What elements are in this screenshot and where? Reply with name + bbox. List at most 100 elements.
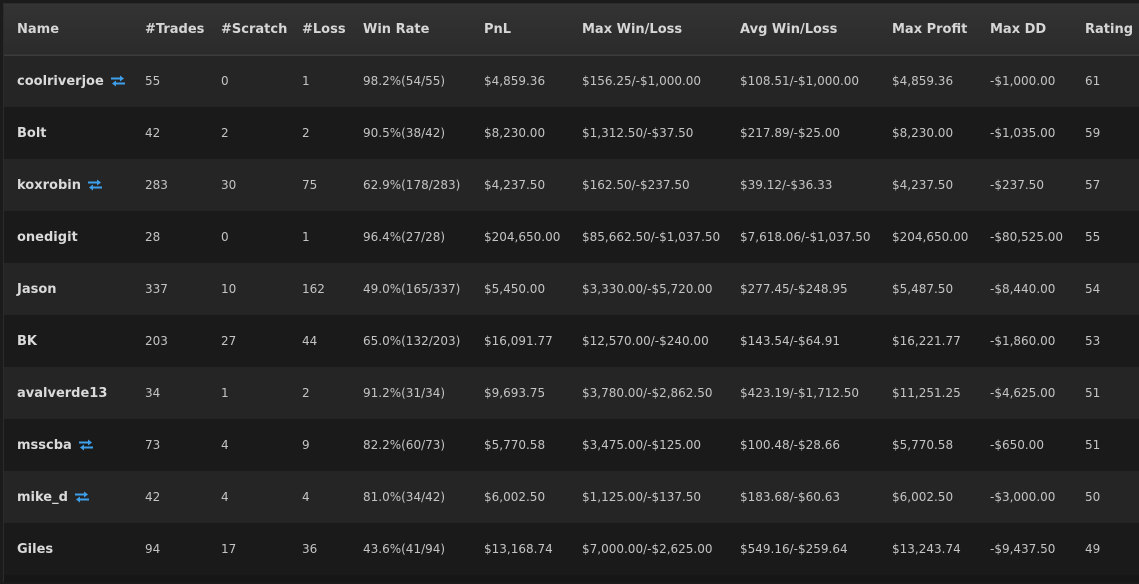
max-dd-cell: -$1,035.00 bbox=[990, 126, 1056, 140]
max-profit-cell: $6,002.50 bbox=[892, 490, 954, 504]
max-dd-cell: -$80,525.00 bbox=[990, 230, 1064, 244]
trader-name[interactable]: Bolt bbox=[17, 126, 47, 141]
max-profit-cell: $5,487.50 bbox=[892, 282, 954, 296]
column-header-loss[interactable]: #Loss bbox=[302, 4, 363, 55]
trader-name[interactable]: avalverde13 bbox=[17, 386, 107, 401]
rating-cell: 57 bbox=[1085, 178, 1101, 192]
win-rate-cell: 49.0%(165/337) bbox=[363, 282, 461, 296]
table-row[interactable]: koxrobin 283 30 75 62.9%(178/283) $4,237.50 $1… bbox=[4, 159, 1139, 211]
name-cell: BK bbox=[4, 315, 145, 367]
trades-cell: 283 bbox=[145, 178, 168, 192]
trader-name[interactable]: onedigit bbox=[17, 230, 78, 245]
table-row[interactable]: Giles 94 17 36 43.6%(41/94) $13,168.74 $7,000.… bbox=[4, 523, 1139, 575]
max-profit-cell: $5,770.58 bbox=[892, 438, 954, 452]
column-header-scratch[interactable]: #Scratch bbox=[221, 4, 302, 55]
max-win-loss-cell: $7,000.00/-$2,625.00 bbox=[582, 542, 713, 556]
rating-cell: 59 bbox=[1085, 126, 1101, 140]
rating-cell: 55 bbox=[1085, 230, 1101, 244]
loss-cell: 36 bbox=[302, 542, 318, 556]
column-header-avg-win-loss[interactable]: Avg Win/Loss bbox=[740, 4, 892, 55]
avg-win-loss-cell: $108.51/-$1,000.00 bbox=[740, 74, 860, 89]
table-row[interactable]: msscba 73 4 9 82.2%(60/73) $5,770.58 $3,475.00… bbox=[4, 419, 1139, 471]
max-profit-cell: $13,243.74 bbox=[892, 542, 961, 556]
avg-win-loss-cell: $549.16/-$259.64 bbox=[740, 542, 848, 556]
scratch-cell: 1 bbox=[221, 386, 229, 400]
column-header-max-dd[interactable]: Max DD bbox=[990, 4, 1085, 55]
trades-cell: 203 bbox=[145, 334, 168, 348]
scratch-cell: 4 bbox=[221, 438, 229, 452]
max-dd-cell: -$9,437.50 bbox=[990, 542, 1056, 556]
table-row[interactable]: BK 203 27 44 65.0%(132/203) $16,091.77 $12,570… bbox=[4, 315, 1139, 367]
max-profit-cell: $11,251.25 bbox=[892, 386, 961, 400]
avg-win-loss-cell: $100.48/-$28.66 bbox=[740, 438, 840, 452]
rating-cell: 61 bbox=[1085, 74, 1101, 89]
max-dd-cell: -$650.00 bbox=[990, 438, 1044, 452]
pnl-cell: $16,091.77 bbox=[484, 334, 553, 348]
table-row[interactable]: Jason 337 10 162 49.0%(165/337) $5,450.00 $3,3… bbox=[4, 263, 1139, 315]
trades-cell: 73 bbox=[145, 438, 161, 452]
column-header-name[interactable]: Name bbox=[4, 4, 145, 55]
max-win-loss-cell: $3,780.00/-$2,862.50 bbox=[582, 386, 713, 400]
max-dd-cell: -$3,000.00 bbox=[990, 490, 1056, 504]
trades-cell: 94 bbox=[145, 542, 161, 556]
scratch-cell: 27 bbox=[221, 334, 237, 348]
pnl-cell: $204,650.00 bbox=[484, 230, 561, 244]
max-win-loss-cell: $3,330.00/-$5,720.00 bbox=[582, 282, 713, 296]
trader-name[interactable]: Jason bbox=[17, 282, 57, 297]
column-header-rating[interactable]: Rating bbox=[1085, 4, 1139, 55]
pnl-cell: $5,770.58 bbox=[484, 438, 546, 452]
column-header-trades[interactable]: #Trades bbox=[145, 4, 221, 55]
win-rate-cell: 98.2%(54/55) bbox=[363, 74, 446, 89]
leaderboard-table: Name #Trades #Scratch #Loss Win Rate PnL… bbox=[4, 4, 1139, 575]
max-win-loss-cell: $85,662.50/-$1,037.50 bbox=[582, 230, 721, 244]
column-header-win-rate[interactable]: Win Rate bbox=[363, 4, 484, 55]
max-dd-cell: -$8,440.00 bbox=[990, 282, 1056, 296]
trader-name[interactable]: Giles bbox=[17, 542, 53, 557]
pnl-cell: $9,693.75 bbox=[484, 386, 546, 400]
scratch-cell: 4 bbox=[221, 490, 229, 504]
rating-cell: 54 bbox=[1085, 282, 1101, 296]
swap-arrows-icon[interactable] bbox=[74, 491, 90, 503]
loss-cell: 75 bbox=[302, 178, 318, 192]
loss-cell: 2 bbox=[302, 386, 310, 400]
table-row[interactable]: avalverde13 34 1 2 91.2%(31/34) $9,693.75 $3,7… bbox=[4, 367, 1139, 419]
trades-cell: 55 bbox=[145, 74, 161, 89]
name-cell: koxrobin bbox=[4, 159, 145, 211]
name-cell: msscba bbox=[4, 419, 145, 471]
table-row[interactable]: coolriverjoe 55 0 1 98.2%(54/55) $4,859.36 $15… bbox=[4, 55, 1139, 107]
column-header-max-profit[interactable]: Max Profit bbox=[892, 4, 990, 55]
table-row[interactable]: onedigit 28 0 1 96.4%(27/28) $204,650.00 $85,6… bbox=[4, 211, 1139, 263]
max-win-loss-cell: $162.50/-$237.50 bbox=[582, 178, 690, 192]
name-cell: Giles bbox=[4, 523, 145, 575]
max-dd-cell: -$1,000.00 bbox=[990, 74, 1056, 89]
trader-name[interactable]: coolriverjoe bbox=[17, 74, 104, 89]
table-header-row: Name #Trades #Scratch #Loss Win Rate PnL… bbox=[4, 4, 1139, 55]
win-rate-cell: 82.2%(60/73) bbox=[363, 438, 446, 452]
max-dd-cell: -$1,860.00 bbox=[990, 334, 1056, 348]
table-row[interactable]: mike_d 42 4 4 81.0%(34/42) $6,002.50 $1,125.00… bbox=[4, 471, 1139, 523]
trader-name[interactable]: msscba bbox=[17, 438, 72, 453]
win-rate-cell: 91.2%(31/34) bbox=[363, 386, 446, 400]
column-header-pnl[interactable]: PnL bbox=[484, 4, 582, 55]
max-win-loss-cell: $12,570.00/-$240.00 bbox=[582, 334, 709, 348]
loss-cell: 44 bbox=[302, 334, 318, 348]
avg-win-loss-cell: $7,618.06/-$1,037.50 bbox=[740, 230, 871, 244]
swap-arrows-icon[interactable] bbox=[87, 179, 103, 191]
trades-cell: 337 bbox=[145, 282, 168, 296]
table-row[interactable]: Bolt 42 2 2 90.5%(38/42) $8,230.00 $1,312.50/-… bbox=[4, 107, 1139, 159]
loss-cell: 162 bbox=[302, 282, 325, 296]
swap-arrows-icon[interactable] bbox=[110, 75, 126, 87]
trader-name[interactable]: mike_d bbox=[17, 490, 68, 505]
scratch-cell: 17 bbox=[221, 542, 237, 556]
max-dd-cell: -$4,625.00 bbox=[990, 386, 1056, 400]
swap-arrows-icon[interactable] bbox=[78, 439, 94, 451]
rating-cell: 49 bbox=[1085, 542, 1101, 556]
rating-cell: 51 bbox=[1085, 386, 1101, 400]
scratch-cell: 30 bbox=[221, 178, 237, 192]
name-cell: onedigit bbox=[4, 211, 145, 263]
trader-name[interactable]: BK bbox=[17, 334, 37, 349]
column-header-max-win-loss[interactable]: Max Win/Loss bbox=[582, 4, 740, 55]
rating-cell: 53 bbox=[1085, 334, 1101, 348]
trader-name[interactable]: koxrobin bbox=[17, 178, 81, 193]
max-profit-cell: $4,237.50 bbox=[892, 178, 954, 192]
